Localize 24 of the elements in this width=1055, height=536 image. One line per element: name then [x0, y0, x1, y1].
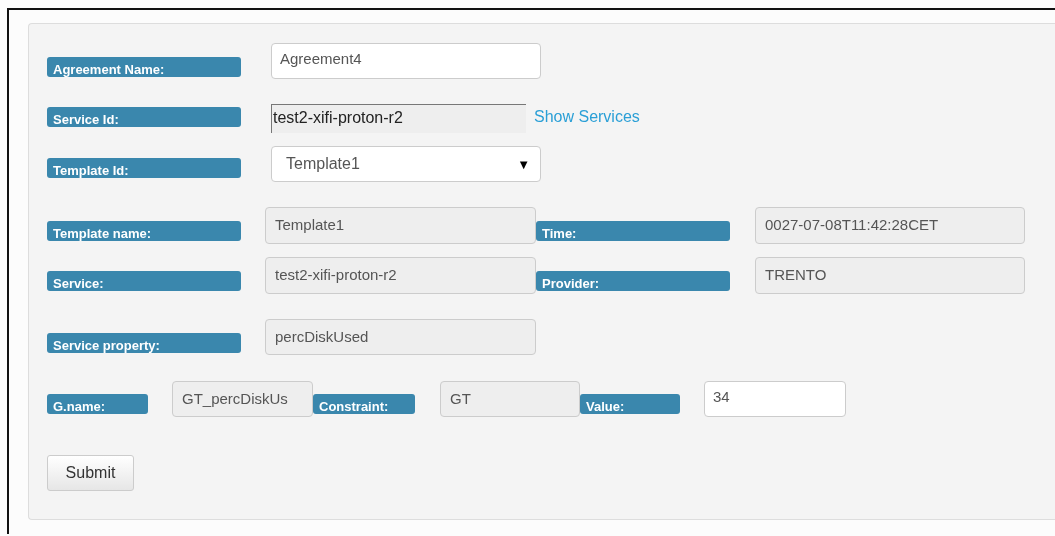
readonly-field: test2-xifi-proton-r2 — [271, 104, 526, 133]
readonly-field: percDiskUsed — [265, 319, 536, 355]
caret-icon: ▼ — [517, 156, 530, 172]
field-label: Agreement Name: — [47, 57, 241, 77]
field-label: Constraint: — [313, 394, 415, 414]
field-label: Template name: — [47, 221, 241, 241]
field-label: Template Id: — [47, 158, 241, 178]
readonly-field: Template1 — [265, 207, 536, 244]
text-field[interactable]: 34 — [704, 381, 846, 417]
field-label: Service: — [47, 271, 241, 291]
readonly-field: TRENTO — [755, 257, 1025, 294]
readonly-field: GT_percDiskUs — [172, 381, 313, 417]
field-label: Value: — [580, 394, 680, 414]
field-label: G.name: — [47, 394, 148, 414]
submit-button[interactable]: Submit — [47, 455, 134, 491]
readonly-field: test2-xifi-proton-r2 — [265, 257, 536, 294]
readonly-field: GT — [440, 381, 580, 417]
text-field[interactable]: Agreement4 — [271, 43, 541, 79]
field-label: Service Id: — [47, 107, 241, 127]
field-label: Provider: — [536, 271, 730, 291]
readonly-field: 0027-07-08T11:42:28CET — [755, 207, 1025, 244]
field-label: Service property: — [47, 333, 241, 353]
template-select[interactable]: Template1 ▼ — [271, 146, 541, 182]
field-label: Time: — [536, 221, 730, 241]
